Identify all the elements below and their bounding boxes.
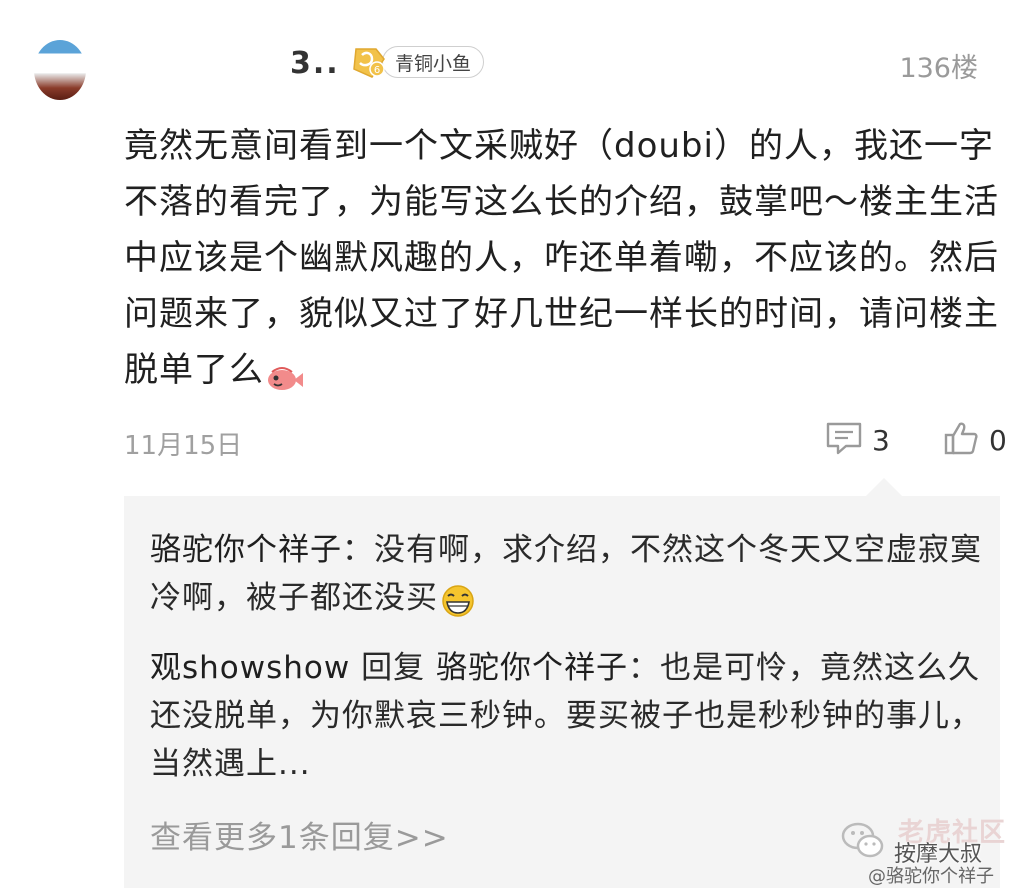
reply-separator: ：: [627, 650, 660, 686]
reply-target[interactable]: 骆驼你个祥子: [436, 650, 628, 686]
level-badge: 6 青铜小鱼: [350, 45, 485, 79]
reply-author[interactable]: 观showshow: [150, 650, 350, 686]
badge-fish-icon: 6: [350, 45, 388, 79]
post-text: 竟然无意间看到一个文采贼好（doubi）的人，我还一字不落的看完了，为能写这么长…: [124, 126, 999, 390]
reply-item[interactable]: 观showshow 回复 骆驼你个祥子：也是可怜，竟然这么久还没脱单，为你默哀三…: [150, 644, 990, 788]
comment-icon: [824, 420, 864, 460]
post-date: 11月15日: [124, 431, 243, 461]
fish-emoji-icon: [264, 355, 304, 390]
badge-label: 青铜小鱼: [382, 46, 485, 78]
like-count: 0: [989, 423, 1007, 457]
wechat-icon: [840, 818, 886, 864]
username[interactable]: 3..: [290, 46, 340, 81]
more-replies-link[interactable]: 查看更多1条回复>>: [150, 812, 449, 857]
reply-author[interactable]: 骆驼你个祥子: [150, 532, 342, 568]
thumb-up-icon: [943, 420, 979, 460]
grin-emoji-icon: [438, 583, 478, 617]
reply-word: 回复: [350, 650, 436, 686]
badge-level-number: 6: [374, 65, 380, 76]
watermark-author: @骆驼你个祥子: [868, 866, 994, 887]
reply-separator: ：: [342, 532, 374, 568]
reply-button[interactable]: 3: [824, 420, 890, 460]
watermark: 老虎社区 按摩大叔 @骆驼你个祥子: [838, 812, 1024, 888]
reply-item[interactable]: 骆驼你个祥子：没有啊，求介绍，不然这个冬天又空虚寂寞冷啊，被子都还没买: [150, 526, 990, 622]
post-content: 竟然无意间看到一个文采贼好（doubi）的人，我还一字不落的看完了，为能写这么长…: [124, 118, 1004, 398]
reply-count: 3: [872, 423, 890, 457]
floor-number: 136楼: [899, 53, 978, 84]
avatar[interactable]: [34, 40, 86, 100]
replies-pointer: [866, 478, 902, 496]
like-button[interactable]: 0: [943, 420, 1007, 460]
